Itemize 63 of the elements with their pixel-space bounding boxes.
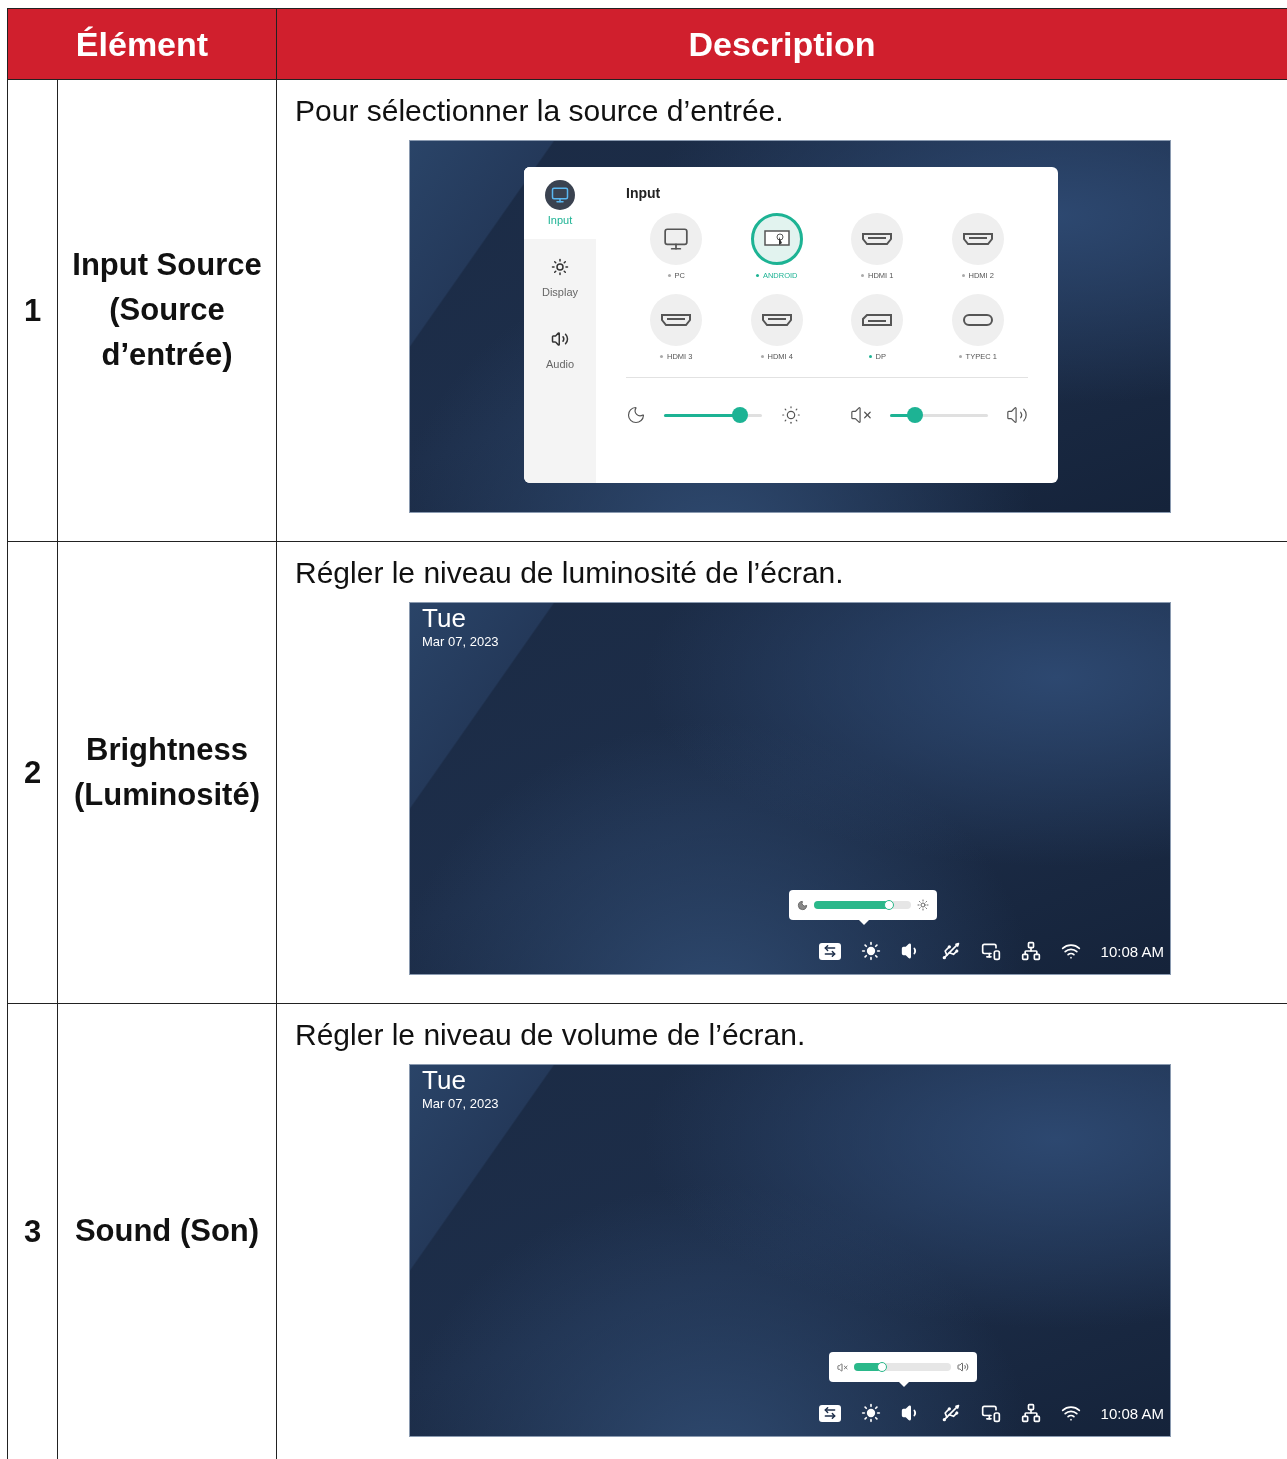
sidebar-label: Audio xyxy=(545,358,575,370)
column-header: Description xyxy=(277,9,1287,80)
sidebar-label: Input xyxy=(547,214,573,226)
wifi-icon[interactable] xyxy=(1060,1403,1081,1423)
hdmi-port-icon xyxy=(961,232,994,246)
sun-icon xyxy=(551,258,569,276)
panel-title: Input xyxy=(626,185,662,201)
sun-icon[interactable] xyxy=(860,941,881,961)
source-button[interactable] xyxy=(750,294,803,346)
sidebar-item[interactable]: Display xyxy=(524,239,596,311)
sidebar-item[interactable]: Audio xyxy=(524,311,596,383)
row-number: 2 xyxy=(23,754,42,791)
monitor-icon xyxy=(663,226,690,252)
slider-thumb[interactable] xyxy=(732,407,749,423)
network-icon[interactable] xyxy=(1020,1403,1041,1423)
description-text: Régler le niveau de volume de l’écran. xyxy=(295,1018,807,1052)
mute-icon xyxy=(850,404,872,426)
hdmi-port-icon xyxy=(760,313,793,327)
element-name: Input Source (Source d’entrée) xyxy=(71,246,263,374)
input-switch-button[interactable] xyxy=(818,1404,841,1422)
usb-icon[interactable] xyxy=(940,941,961,961)
description-text: Régler le niveau de luminosité de l’écran. xyxy=(295,556,845,590)
devices-icon[interactable] xyxy=(980,1403,1001,1423)
date-text: Mar 07, 2023 xyxy=(422,634,499,649)
displayport-icon xyxy=(861,313,894,327)
network-icon[interactable] xyxy=(1020,941,1041,961)
description-text: Pour sélectionner la source d’entrée. xyxy=(295,94,785,128)
slider-thumb[interactable] xyxy=(883,900,894,910)
usb-icon[interactable] xyxy=(940,1403,961,1423)
date-text: Mar 07, 2023 xyxy=(422,1096,499,1111)
weekday-text: Tue xyxy=(422,1065,466,1096)
clock-time: 10:08 AM xyxy=(1100,1404,1164,1422)
source-button[interactable] xyxy=(750,213,803,265)
speaker-icon xyxy=(1006,404,1028,426)
wifi-icon[interactable] xyxy=(1060,941,1081,961)
sun-icon xyxy=(780,404,802,426)
element-name: Sound (Son) xyxy=(73,1212,261,1251)
element-name: Brightness (Luminosité) xyxy=(73,730,261,814)
hdmi-port-icon xyxy=(660,313,693,327)
speaker-icon xyxy=(957,1361,969,1373)
speaker-icon xyxy=(551,330,569,348)
sun-icon xyxy=(917,899,929,911)
input-source-icon xyxy=(551,186,569,204)
column-header: Élément xyxy=(8,9,277,80)
sun-icon[interactable] xyxy=(860,1403,881,1423)
input-switch-button[interactable] xyxy=(818,942,841,960)
hdmi-port-icon xyxy=(861,232,894,246)
moon-icon xyxy=(797,899,808,911)
brightness-slider[interactable] xyxy=(814,900,911,910)
clock-time: 10:08 AM xyxy=(1100,942,1164,960)
moon-icon xyxy=(626,405,646,425)
devices-icon[interactable] xyxy=(980,941,1001,961)
row-number: 1 xyxy=(23,292,42,329)
weekday-text: Tue xyxy=(422,603,466,634)
touch-screen-icon xyxy=(763,229,790,249)
usb-c-port-icon xyxy=(961,313,994,327)
sidebar-item[interactable]: Input xyxy=(524,167,596,239)
sidebar-label: Display xyxy=(541,286,579,298)
slider-thumb[interactable] xyxy=(877,1362,888,1372)
mute-icon xyxy=(837,1361,848,1373)
row-number: 3 xyxy=(23,1213,42,1250)
slider-thumb[interactable] xyxy=(906,407,923,423)
volume-slider[interactable] xyxy=(854,1362,951,1372)
